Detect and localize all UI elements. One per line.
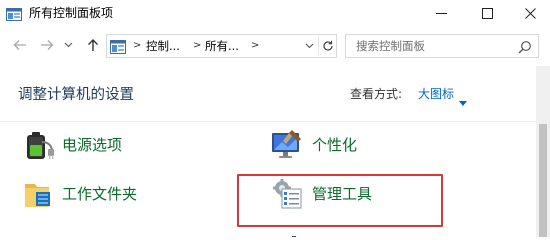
next-item-icon-partial bbox=[290, 228, 298, 237]
next-item-icon-partial bbox=[26, 228, 56, 237]
personalization-label[interactable]: 个性化 bbox=[312, 136, 357, 154]
view-by-dropdown[interactable]: 大图标 bbox=[418, 86, 454, 102]
refresh-button[interactable] bbox=[318, 37, 336, 55]
maximize-button[interactable] bbox=[464, 0, 510, 26]
minimize-icon bbox=[435, 12, 447, 14]
header-divider bbox=[0, 121, 536, 122]
search-box[interactable] bbox=[345, 34, 539, 58]
close-icon bbox=[524, 7, 536, 19]
arrow-right-icon bbox=[41, 40, 54, 50]
scrollbar-thumb[interactable] bbox=[539, 124, 547, 237]
address-bar[interactable]: > 控制... > 所有... > bbox=[106, 34, 337, 58]
search-icon[interactable] bbox=[518, 39, 532, 54]
minimize-button[interactable] bbox=[418, 0, 464, 26]
refresh-icon bbox=[322, 40, 333, 51]
breadcrumb-separator-icon[interactable]: > bbox=[193, 40, 201, 52]
control-panel-icon bbox=[110, 39, 126, 54]
breadcrumb-separator-icon[interactable]: > bbox=[133, 40, 141, 52]
forward-button[interactable] bbox=[38, 36, 56, 54]
caret-down-icon bbox=[459, 101, 467, 106]
control-panel-app-icon bbox=[6, 6, 22, 21]
personalization-icon bbox=[270, 127, 304, 161]
chevron-down-icon bbox=[305, 43, 313, 49]
close-button[interactable] bbox=[510, 0, 550, 26]
page-title: 调整计算机的设置 bbox=[18, 87, 134, 103]
back-button[interactable] bbox=[11, 36, 29, 54]
view-by-label: 查看方式: bbox=[350, 87, 403, 101]
maximize-icon bbox=[481, 7, 493, 19]
arrow-left-icon bbox=[13, 40, 26, 50]
breadcrumb-all-items[interactable]: 所有... bbox=[205, 39, 239, 53]
highlight-box bbox=[237, 174, 443, 227]
breadcrumb-separator-icon[interactable]: > bbox=[251, 40, 259, 52]
chevron-down-icon bbox=[64, 42, 72, 48]
view-by-dropdown-arrow[interactable] bbox=[459, 91, 467, 110]
window-title: 所有控制面板项 bbox=[29, 6, 114, 20]
search-input[interactable] bbox=[346, 35, 516, 57]
up-button[interactable] bbox=[84, 36, 102, 54]
breadcrumb-control-panel[interactable]: 控制... bbox=[146, 39, 180, 53]
work-folders-icon bbox=[22, 176, 56, 210]
power-options-label[interactable]: 电源选项 bbox=[62, 136, 122, 154]
vertical-scrollbar[interactable] bbox=[536, 66, 550, 237]
power-options-icon bbox=[22, 127, 56, 161]
navigation-bar: > 控制... > 所有... > bbox=[0, 26, 550, 66]
address-dropdown-button[interactable] bbox=[302, 37, 316, 55]
title-bar: 所有控制面板项 bbox=[0, 0, 550, 26]
arrow-up-icon bbox=[88, 39, 98, 51]
recent-locations-button[interactable] bbox=[62, 36, 74, 54]
work-folders-label[interactable]: 工作文件夹 bbox=[62, 185, 137, 203]
